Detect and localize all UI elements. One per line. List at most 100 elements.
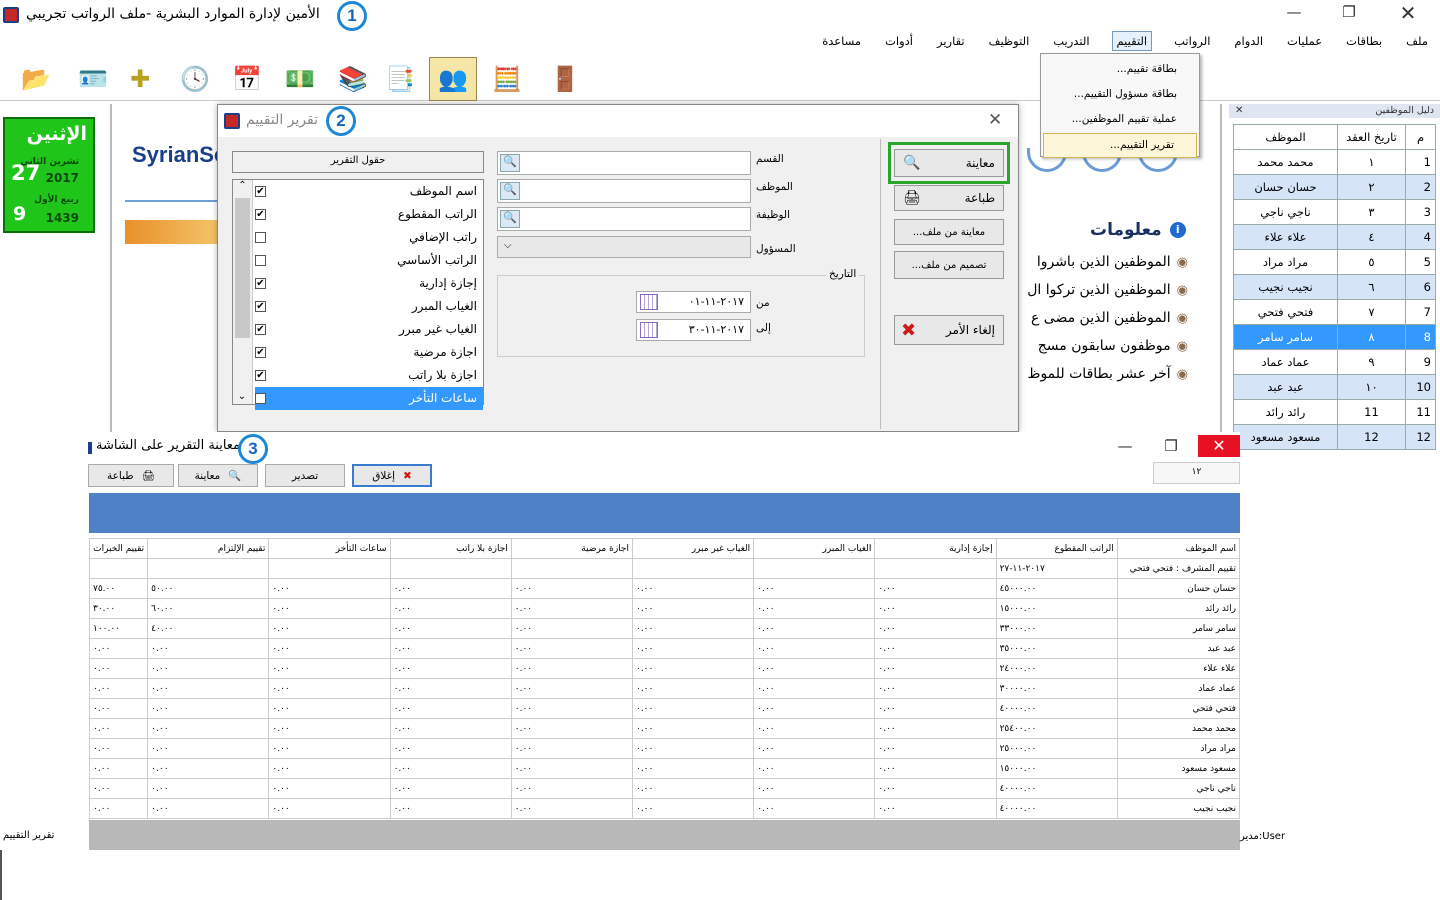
field-checkbox[interactable]: ✔ <box>255 278 266 289</box>
to-date-field[interactable]: ٢٠١٧-١١-٣٠ <box>636 319 751 341</box>
scroll-thumb[interactable] <box>235 198 250 338</box>
dropdown-item-0[interactable]: بطاقة تقييم... <box>1041 58 1199 83</box>
preview-close-button[interactable]: ✖ إغلاق <box>352 464 432 487</box>
evaluation-icon[interactable]: 👥 <box>429 57 477 101</box>
books-icon[interactable]: 📚 <box>333 59 373 99</box>
field-checkbox[interactable]: ✔ <box>255 393 266 404</box>
dropdown-item-3[interactable]: تقرير التقييم... <box>1043 133 1197 158</box>
field-checkbox[interactable]: ✔ <box>255 186 266 197</box>
open-folder-icon[interactable]: 📂 <box>16 59 56 99</box>
menu-item-0[interactable]: ملف <box>1404 32 1430 50</box>
menu-item-3[interactable]: الدوام <box>1232 32 1265 50</box>
close-icon[interactable]: ✕ <box>1393 1 1423 25</box>
print-button[interactable]: طباعة 🖨 <box>894 185 1004 211</box>
report-field-item[interactable]: راتب الإضافي <box>255 226 483 249</box>
employee-row[interactable]: 5 ٥ مراد مراد <box>1233 249 1436 275</box>
preview-button[interactable]: معاينة 🔍 <box>894 149 1004 177</box>
employee-row[interactable]: 2 ٢ حسان حسان <box>1233 174 1436 200</box>
employee-row[interactable]: 11 11 رائد رائد <box>1233 399 1436 425</box>
scroll-up-icon[interactable]: ⌃ <box>233 180 252 198</box>
job-field[interactable]: 🔍 <box>497 207 751 231</box>
dept-field[interactable]: 🔍 <box>497 151 751 175</box>
menu-item-2[interactable]: عمليات <box>1285 32 1324 50</box>
employee-row[interactable]: 7 ٧ فتحي فتحي <box>1233 299 1436 325</box>
menu-item-1[interactable]: بطاقات <box>1344 32 1384 50</box>
employee-row[interactable]: 1 ١ محمد محمد <box>1233 149 1436 175</box>
field-checkbox[interactable]: ✔ <box>255 324 266 335</box>
manager-select[interactable]: ⌵ <box>497 236 751 258</box>
dropdown-item-1[interactable]: بطاقة مسؤول التقييم... <box>1041 83 1199 108</box>
info-link[interactable]: ◉ موظفون سابقون مسج <box>1038 338 1188 354</box>
preview-close-icon[interactable]: ✕ <box>1198 435 1240 457</box>
dialog-close-icon[interactable]: ✕ <box>988 110 1002 130</box>
report-field-item[interactable]: ✔ الغياب غير مبرر <box>255 318 483 341</box>
add-user-icon[interactable]: ✚ <box>120 59 160 99</box>
employee-row[interactable]: 10 ١٠ عبد عبد <box>1233 374 1436 400</box>
report-field-item[interactable]: ✔ اسم الموظف <box>255 180 483 203</box>
menu-item-5[interactable]: التقييم <box>1111 31 1153 51</box>
calendar-clock-icon[interactable]: 📅 <box>227 59 267 99</box>
dropdown-item-2[interactable]: عملية تقييم الموظفين... <box>1041 108 1199 133</box>
employee-row[interactable]: 3 ٣ ناجي ناجي <box>1233 199 1436 225</box>
preview-minimize-icon[interactable]: — <box>1110 437 1140 455</box>
field-checkbox[interactable] <box>255 255 266 266</box>
preview-restore-icon[interactable]: ❐ <box>1156 437 1186 455</box>
clock-icon[interactable]: 🕓 <box>175 59 215 99</box>
employee-card-icon[interactable]: 🪪 <box>73 59 113 99</box>
minimize-icon[interactable]: — <box>1279 3 1309 21</box>
page-number-field[interactable]: ١٢ <box>1153 462 1240 484</box>
panel-close-icon[interactable]: ✕ <box>1235 104 1243 118</box>
report-field-item[interactable]: ✔ إجازة إدارية <box>255 272 483 295</box>
cancel-button[interactable]: إلغاء الأمر ✖ <box>894 315 1004 345</box>
employee-row[interactable]: 12 12 مسعود مسعود <box>1233 424 1436 450</box>
employee-row[interactable]: 6 ٦ نجيب نجيب <box>1233 274 1436 300</box>
preview-from-file-button[interactable]: معاينة من ملف... <box>894 219 1004 245</box>
employee-field[interactable]: 🔍 <box>497 179 751 203</box>
col-header-employee[interactable]: الموظف <box>1233 124 1338 150</box>
from-date-field[interactable]: ٢٠١٧-١١-٠١ <box>636 291 751 313</box>
employee-search-icon[interactable]: 🔍 <box>500 182 520 200</box>
export-button[interactable]: تصدير <box>265 464 345 487</box>
design-from-file-button[interactable]: تصميم من ملف... <box>894 251 1004 279</box>
info-link[interactable]: ◉ الموظفين الذين تركوا ال <box>1027 282 1188 298</box>
employee-row[interactable]: 4 ٤ علاء علاء <box>1233 224 1436 250</box>
restore-icon[interactable]: ❐ <box>1334 3 1364 21</box>
report-field-item[interactable]: ✔ الراتب المقطوع <box>255 203 483 226</box>
employee-row[interactable]: 8 ٨ سامر سامر <box>1233 324 1436 350</box>
report-field-item[interactable]: ✔ اجازة مرضية <box>255 341 483 364</box>
col-header-contract[interactable]: تاريخ العقد <box>1337 124 1406 150</box>
list-scrollbar[interactable]: ⌃ ⌄ <box>233 180 253 404</box>
exit-door-icon[interactable]: 🚪 <box>545 59 585 99</box>
calendar-icon[interactable] <box>640 322 658 338</box>
field-checkbox[interactable]: ✔ <box>255 301 266 312</box>
menu-item-9[interactable]: أدوات <box>883 32 915 50</box>
report-field-item[interactable]: الراتب الأساسي <box>255 249 483 272</box>
menu-item-6[interactable]: التدريب <box>1051 32 1091 50</box>
field-checkbox[interactable] <box>255 232 266 243</box>
report-field-item[interactable]: ✔ الغياب المبرر <box>255 295 483 318</box>
calendar-icon[interactable] <box>640 294 658 310</box>
menu-item-8[interactable]: تقارير <box>935 32 967 50</box>
field-checkbox[interactable]: ✔ <box>255 370 266 381</box>
col-header-index[interactable]: م <box>1405 124 1436 150</box>
employee-name: رائد رائد <box>1233 399 1338 425</box>
menu-item-4[interactable]: الرواتب <box>1172 32 1212 50</box>
info-link[interactable]: ◉ الموظفين الذين باشروا <box>1037 254 1188 270</box>
menu-item-7[interactable]: التوظيف <box>987 32 1032 50</box>
field-checkbox[interactable]: ✔ <box>255 209 266 220</box>
info-link[interactable]: ◉ الموظفين الذين مضى ع <box>1031 310 1188 326</box>
scroll-down-icon[interactable]: ⌄ <box>232 391 252 402</box>
calculator-icon[interactable]: 🧮 <box>487 59 527 99</box>
documents-icon[interactable]: 📑 <box>380 59 420 99</box>
field-checkbox[interactable]: ✔ <box>255 347 266 358</box>
menu-item-10[interactable]: مساعدة <box>820 32 863 50</box>
preview-print-button[interactable]: 🖨 طباعة <box>88 464 174 487</box>
report-field-item[interactable]: ✔ ساعات التأخر <box>255 387 483 410</box>
preview-preview-button[interactable]: 🔍 معاينة <box>178 464 258 487</box>
report-field-item[interactable]: ✔ اجازة بلا راتب <box>255 364 483 387</box>
employee-row[interactable]: 9 ٩ عماد عماد <box>1233 349 1436 375</box>
job-search-icon[interactable]: 🔍 <box>500 210 520 228</box>
dept-search-icon[interactable]: 🔍 <box>500 154 520 172</box>
info-link[interactable]: ◉ آخر عشر بطاقات للموظ <box>1028 366 1189 382</box>
money-icon[interactable]: 💵 <box>280 59 320 99</box>
